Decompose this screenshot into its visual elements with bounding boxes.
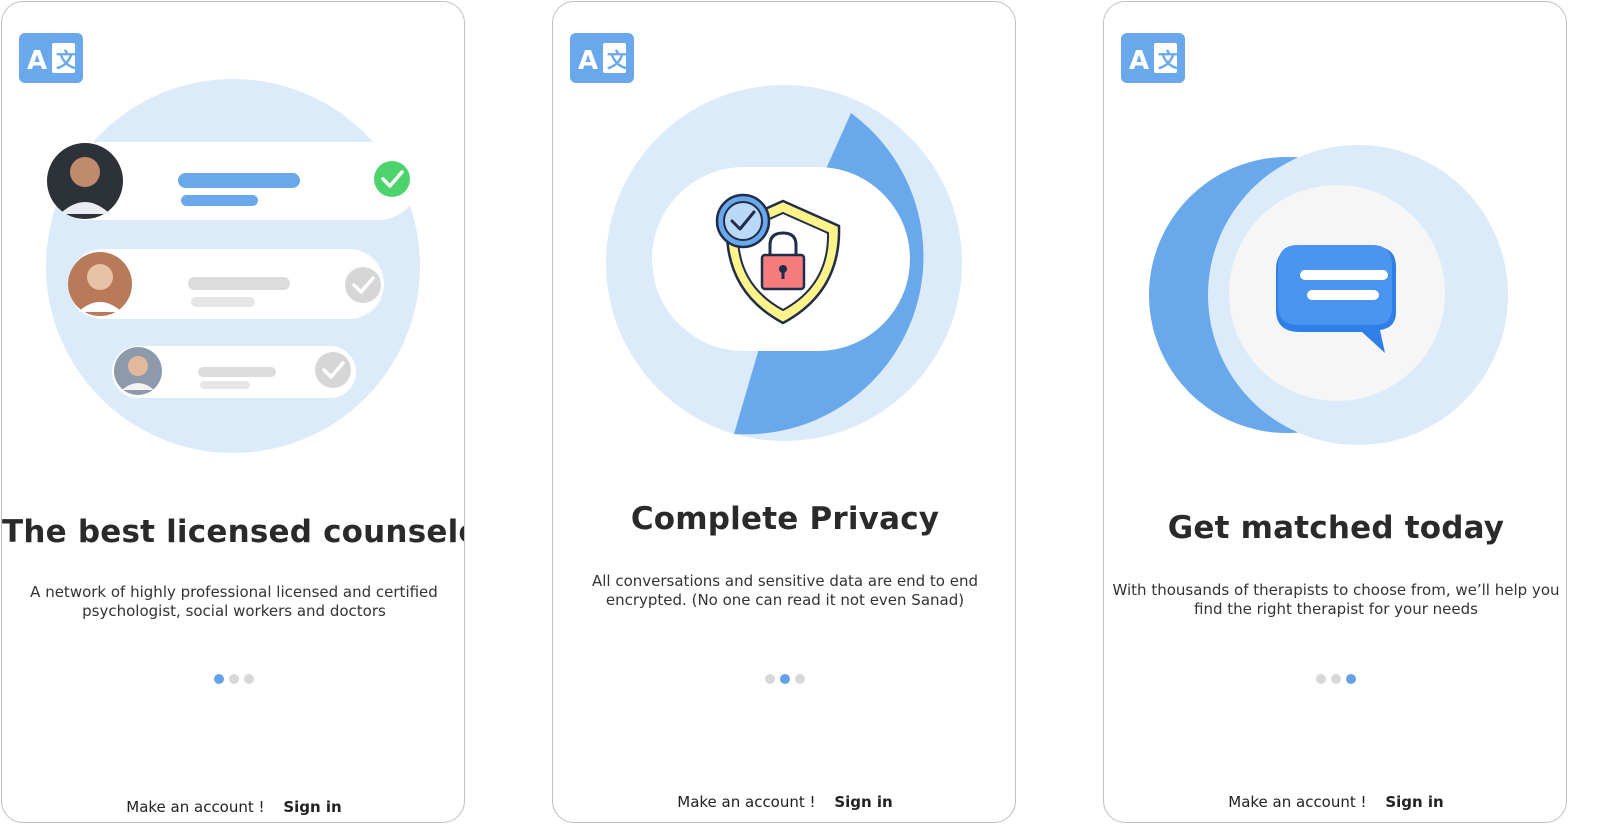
check-circle-icon (715, 193, 771, 249)
make-account-link[interactable]: Make an account ! (677, 793, 815, 811)
screen-description: A network of highly professional license… (30, 583, 438, 620)
page-dot-2[interactable] (1331, 674, 1341, 684)
sign-in-link[interactable]: Sign in (1385, 793, 1443, 811)
screen-description: With thousands of therapists to choose f… (1112, 581, 1560, 618)
page-indicator (1104, 674, 1566, 684)
make-account-link[interactable]: Make an account ! (1228, 793, 1366, 811)
page-dot-2[interactable] (229, 674, 239, 684)
page-dot-3[interactable] (244, 674, 254, 684)
sign-in-link[interactable]: Sign in (283, 798, 341, 816)
auth-footer: Make an account ! Sign in (1104, 793, 1566, 811)
page-dot-1[interactable] (1316, 674, 1326, 684)
check-circle-icon (315, 352, 351, 388)
page-indicator (553, 674, 1015, 684)
screen-title: Get matched today (1167, 510, 1505, 546)
make-account-link[interactable]: Make an account ! (126, 798, 264, 816)
check-circle-icon (374, 161, 410, 197)
matching-illustration (1149, 145, 1508, 445)
counselor-list-illustration (46, 79, 420, 453)
screen-title: Complete Privacy (630, 501, 940, 537)
auth-footer: Make an account ! Sign in (553, 793, 1015, 811)
auth-footer: Make an account ! Sign in (2, 798, 464, 816)
onboarding-screen-counselors: A 文 The best licensed counselors A netwo… (1, 1, 465, 823)
page-indicator (2, 674, 464, 684)
screen-description: All conversations and sensitive data are… (591, 572, 979, 609)
check-circle-icon (345, 267, 381, 303)
page-dot-2[interactable] (780, 674, 790, 684)
screen-title: The best licensed counselors (2, 514, 465, 550)
onboarding-screen-matching: A 文 Get matched today With thousands of … (1103, 1, 1567, 823)
page-dot-1[interactable] (765, 674, 775, 684)
page-dot-3[interactable] (795, 674, 805, 684)
page-dot-3[interactable] (1346, 674, 1356, 684)
sign-in-link[interactable]: Sign in (834, 793, 892, 811)
page-dot-1[interactable] (214, 674, 224, 684)
privacy-illustration (606, 85, 962, 441)
onboarding-screen-privacy: A 文 Complete Privacy All conversations a… (552, 1, 1016, 823)
